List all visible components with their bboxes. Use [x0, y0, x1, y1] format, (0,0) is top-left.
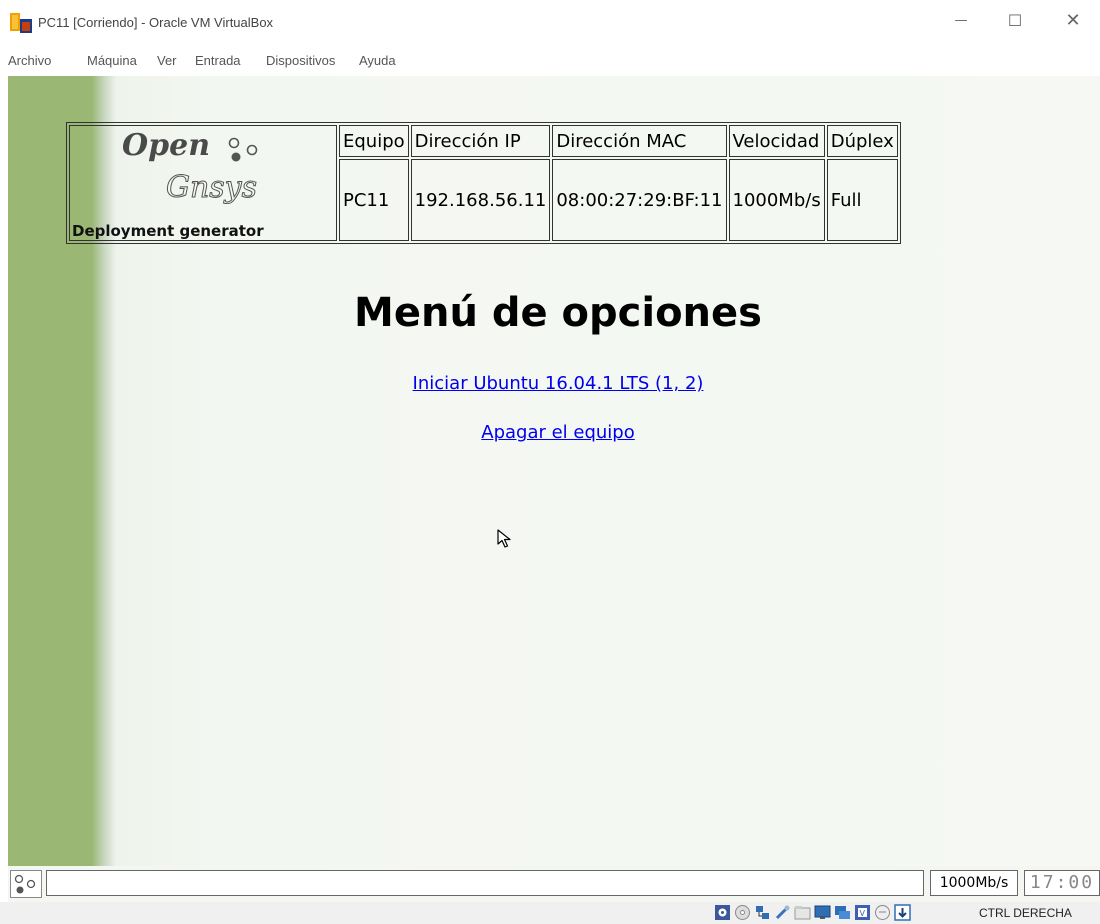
hard-disk-icon[interactable]	[714, 904, 731, 921]
menu-title: Menú de opciones	[354, 290, 762, 336]
value-velocidad: 1000Mb/s	[728, 159, 825, 241]
boot-ubuntu-link[interactable]: Iniciar Ubuntu 16.04.1 LTS (1, 2)	[413, 373, 704, 394]
vm-status-bar: 1000Mb/s 17:00	[8, 866, 1100, 902]
value-duplex: Full	[826, 159, 898, 241]
menu-archivo[interactable]: Archivo	[8, 53, 51, 68]
value-mac: 08:00:27:29:BF:11	[552, 159, 727, 241]
maximize-icon: ☐	[1007, 10, 1023, 30]
keyboard-capture-icon[interactable]	[894, 904, 911, 921]
menu-ver[interactable]: Ver	[157, 53, 177, 68]
header-ip: Dirección IP	[410, 125, 551, 157]
boot-option-row: Iniciar Ubuntu 16.04.1 LTS (1, 2)	[8, 373, 1100, 394]
value-ip: 192.168.56.11	[410, 159, 551, 241]
network-icon[interactable]	[754, 904, 771, 921]
shutdown-option-row: Apagar el equipo	[8, 422, 1100, 443]
status-message-field	[46, 870, 924, 896]
network-info-table: Open Gnsys Deployment generator Equipo D…	[66, 122, 901, 244]
usb-icon[interactable]	[774, 904, 791, 921]
maximize-button[interactable]: ☐	[992, 0, 1038, 40]
close-icon: ✕	[1065, 9, 1081, 31]
opengnsys-logo: Open Gnsys Deployment generator	[69, 125, 337, 241]
window-titlebar[interactable]: PC11 [Corriendo] - Oracle VM VirtualBox …	[0, 0, 1100, 48]
minimize-icon: —	[954, 12, 968, 28]
status-clock: 17:00	[1024, 870, 1100, 896]
menu-entrada[interactable]: Entrada	[195, 53, 241, 68]
mouse-integration-icon[interactable]	[874, 904, 891, 921]
header-duplex: Dúplex	[826, 125, 898, 157]
menu-ayuda[interactable]: Ayuda	[359, 53, 396, 68]
mouse-pointer-icon	[497, 529, 511, 548]
video-capture-icon[interactable]	[834, 904, 851, 921]
logo-dots-icon	[228, 137, 258, 162]
host-key-label: CTRL DERECHA	[979, 906, 1072, 920]
menu-maquina[interactable]: Máquina	[87, 53, 137, 68]
minimize-button[interactable]: —	[938, 0, 984, 40]
value-equipo: PC11	[339, 159, 409, 241]
status-logo-icon	[10, 870, 42, 898]
virtualization-icon[interactable]: V	[854, 904, 871, 921]
window-title: PC11 [Corriendo] - Oracle VM VirtualBox	[38, 15, 274, 30]
menu-dispositivos[interactable]: Dispositivos	[266, 53, 335, 68]
device-icons: V	[714, 904, 911, 922]
vm-screen[interactable]: Open Gnsys Deployment generator Equipo D…	[8, 76, 1100, 866]
header-velocidad: Velocidad	[728, 125, 825, 157]
virtualbox-app-icon	[10, 13, 32, 33]
menu-bar: Archivo Máquina Ver Entrada Dispositivos…	[0, 48, 1100, 74]
shutdown-link[interactable]: Apagar el equipo	[481, 422, 635, 443]
logo-open-text: Open	[122, 128, 211, 163]
status-speed: 1000Mb/s	[930, 870, 1018, 896]
shared-folders-icon[interactable]	[794, 904, 811, 921]
svg-text:V: V	[860, 909, 866, 918]
host-status-bar: V CTRL DERECHA	[0, 902, 1100, 924]
logo-subtitle: Deployment generator	[72, 222, 264, 240]
header-mac: Dirección MAC	[552, 125, 727, 157]
display-icon[interactable]	[814, 904, 831, 921]
header-equipo: Equipo	[339, 125, 409, 157]
close-button[interactable]: ✕	[1050, 0, 1096, 40]
optical-drive-icon[interactable]	[734, 904, 751, 921]
logo-gnsys-text: Gnsys	[165, 170, 258, 206]
